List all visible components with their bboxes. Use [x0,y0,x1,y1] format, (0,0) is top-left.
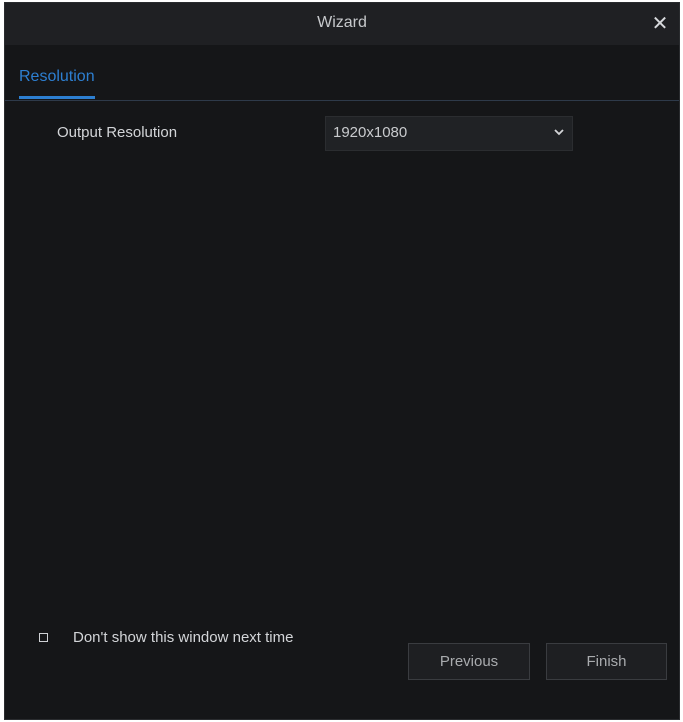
chevron-down-icon [554,129,564,136]
wizard-dialog: Wizard ✕ Resolution Output Resolution 19… [4,2,680,720]
output-resolution-label: Output Resolution [57,124,178,141]
dont-show-label: Don't show this window next time [73,629,294,646]
tab-bar: Resolution [5,45,679,101]
output-resolution-value: 1920x1080 [333,124,408,141]
output-resolution-select[interactable]: 1920x1080 [325,116,573,151]
dont-show-checkbox[interactable] [39,633,48,642]
finish-button[interactable]: Finish [546,643,667,680]
close-icon[interactable]: ✕ [649,13,671,35]
tab-resolution[interactable]: Resolution [19,68,95,99]
previous-button[interactable]: Previous [408,643,530,680]
dialog-title: Wizard [317,14,367,31]
title-bar: Wizard ✕ [5,3,679,45]
